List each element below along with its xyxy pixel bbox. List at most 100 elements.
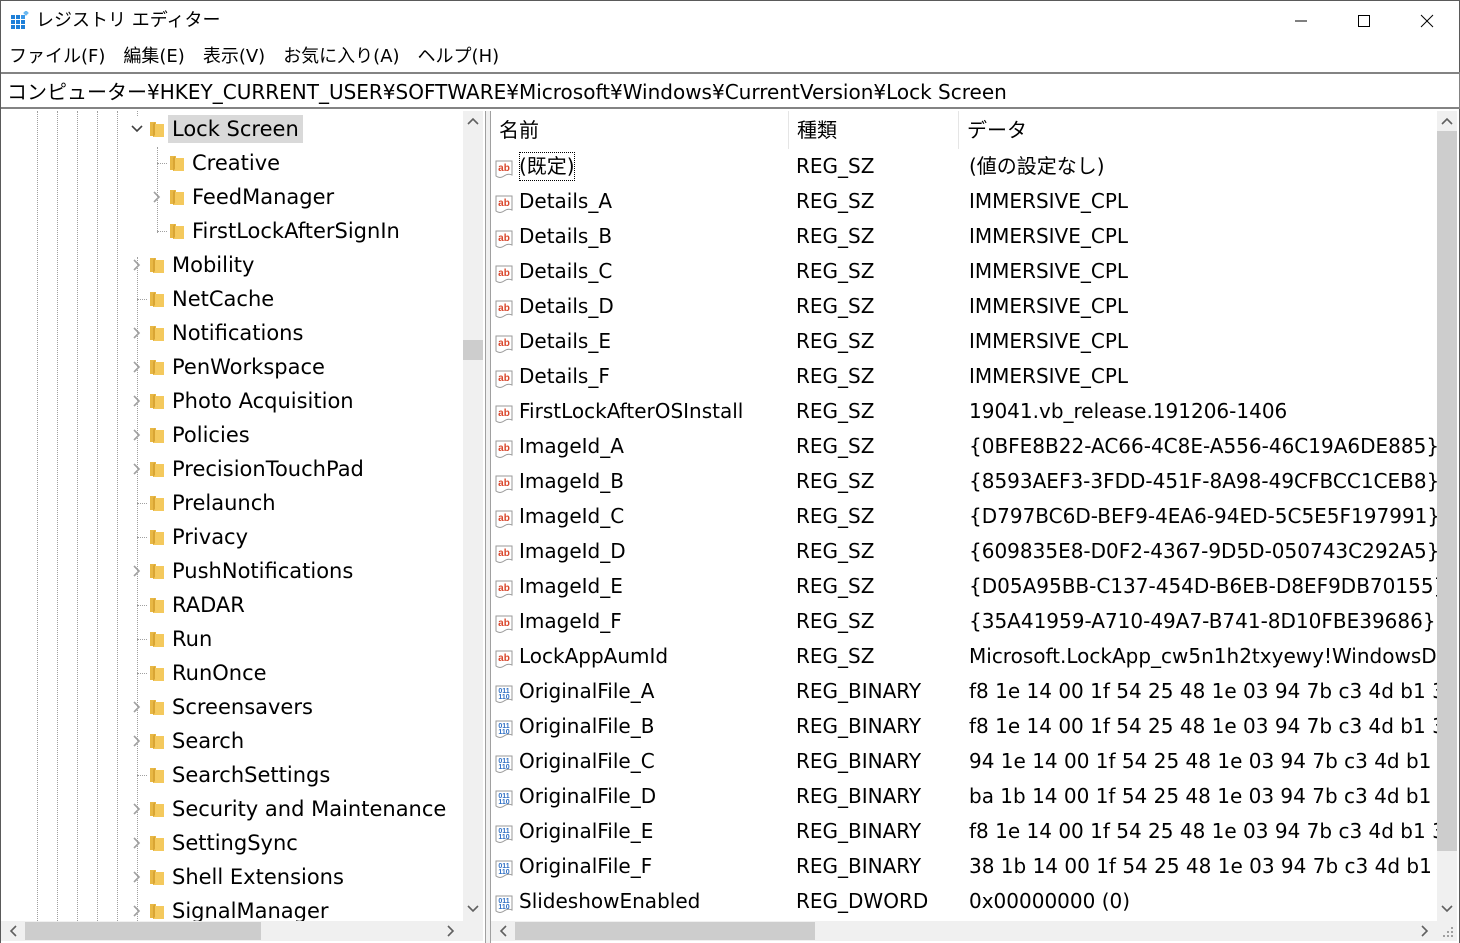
value-row[interactable]: 011 110 SlideshowEnabled REG_DWORD 0x0000000… — [491, 884, 1437, 919]
value-name[interactable]: (既定) — [517, 150, 577, 183]
value-row[interactable]: 011 110 OriginalFile_D REG_BINARY ba 1b 14 0… — [491, 779, 1437, 814]
tree-item[interactable]: Creative — [1, 146, 463, 180]
tree-item[interactable]: NetCache — [1, 282, 463, 316]
tree-scroll-down-button[interactable] — [463, 899, 483, 919]
chevron-right-icon[interactable] — [130, 258, 144, 272]
value-name-cell[interactable]: ab Details_F — [495, 359, 785, 394]
value-row[interactable]: ab LockAppAumId REG_SZ Microsoft.LockApp_cw… — [491, 639, 1437, 674]
tree-item-label[interactable]: Creative — [188, 149, 284, 177]
value-name-cell[interactable]: 011 110 SlideshowEnabled — [495, 884, 785, 919]
value-row[interactable]: ab Details_B REG_SZ IMMERSIVE_CPL — [491, 219, 1437, 254]
value-name[interactable]: ImageId_D — [517, 534, 628, 569]
value-row[interactable]: ab ImageId_D REG_SZ {609835E8-D0F2-4367-9D5… — [491, 534, 1437, 569]
tree-horizontal-scrollbar[interactable] — [1, 921, 483, 941]
tree-item[interactable]: SignalManager — [1, 894, 463, 921]
tree-item[interactable]: Policies — [1, 418, 463, 452]
value-name-cell[interactable]: ab ImageId_D — [495, 534, 785, 569]
value-row[interactable]: ab ImageId_B REG_SZ {8593AEF3-3FDD-451F-8A9… — [491, 464, 1437, 499]
list-horizontal-scrollbar[interactable] — [491, 921, 1437, 941]
close-button[interactable] — [1395, 1, 1459, 41]
value-name-cell[interactable]: 011 110 OriginalFile_E — [495, 814, 785, 849]
tree-item-label[interactable]: PrecisionTouchPad — [168, 455, 368, 483]
tree-item[interactable]: SettingSync — [1, 826, 463, 860]
value-name-cell[interactable]: 011 110 OriginalFile_C — [495, 744, 785, 779]
tree-item[interactable]: Screensavers — [1, 690, 463, 724]
column-header-data[interactable]: データ — [959, 111, 1437, 149]
value-row[interactable]: ab (既定) REG_SZ (値の設定なし) — [491, 149, 1437, 184]
value-row[interactable]: ab ImageId_A REG_SZ {0BFE8B22-AC66-4C8E-A55… — [491, 429, 1437, 464]
value-name[interactable]: ImageId_C — [517, 499, 626, 534]
value-name-cell[interactable]: ab ImageId_F — [495, 604, 785, 639]
list-horizontal-scroll-thumb[interactable] — [515, 922, 815, 940]
tree-item-label[interactable]: FeedManager — [188, 183, 338, 211]
value-name[interactable]: OriginalFile_F — [517, 849, 654, 884]
value-row[interactable]: 011 110 OriginalFile_E REG_BINARY f8 1e 14 0… — [491, 814, 1437, 849]
column-header-name[interactable]: 名前 — [491, 111, 789, 149]
tree-item-label[interactable]: FirstLockAfterSignIn — [188, 217, 404, 245]
tree-item-label[interactable]: SignalManager — [168, 897, 333, 921]
tree-item-label[interactable]: Prelaunch — [168, 489, 280, 517]
menu-view[interactable]: 表示(V) — [201, 44, 267, 70]
value-name-cell[interactable]: ab Details_E — [495, 324, 785, 359]
value-row[interactable]: 011 110 OriginalFile_C REG_BINARY 94 1e 14 0… — [491, 744, 1437, 779]
tree-item-label[interactable]: SettingSync — [168, 829, 302, 857]
chevron-right-icon[interactable] — [130, 904, 144, 918]
value-row[interactable]: ab Details_D REG_SZ IMMERSIVE_CPL — [491, 289, 1437, 324]
value-name[interactable]: ImageId_E — [517, 569, 625, 604]
tree-item[interactable]: Prelaunch — [1, 486, 463, 520]
tree-item-label[interactable]: Policies — [168, 421, 254, 449]
tree-item[interactable]: PenWorkspace — [1, 350, 463, 384]
value-name[interactable]: ImageId_A — [517, 429, 626, 464]
value-name-cell[interactable]: ab Details_C — [495, 254, 785, 289]
value-name-cell[interactable]: 011 110 OriginalFile_D — [495, 779, 785, 814]
value-name[interactable]: ImageId_B — [517, 464, 626, 499]
value-row[interactable]: ab FirstLockAfterOSInstall REG_SZ 19041.vb_… — [491, 394, 1437, 429]
list-scroll-up-button[interactable] — [1437, 111, 1457, 131]
tree-item-label[interactable]: PushNotifications — [168, 557, 357, 585]
tree-item[interactable]: SearchSettings — [1, 758, 463, 792]
value-name-cell[interactable]: ab Details_B — [495, 219, 785, 254]
tree-item-label[interactable]: Notifications — [168, 319, 307, 347]
tree-item[interactable]: FirstLockAfterSignIn — [1, 214, 463, 248]
tree-item-label[interactable]: Photo Acquisition — [168, 387, 358, 415]
tree-item-label[interactable]: Search — [168, 727, 248, 755]
value-row[interactable]: ab ImageId_E REG_SZ {D05A95BB-C137-454D-B6E… — [491, 569, 1437, 604]
tree-item[interactable]: FeedManager — [1, 180, 463, 214]
list-vertical-scrollbar[interactable] — [1437, 111, 1457, 921]
value-name[interactable]: Details_D — [517, 289, 616, 324]
tree-item-label[interactable]: Security and Maintenance — [168, 795, 450, 823]
value-name[interactable]: Details_B — [517, 219, 614, 254]
chevron-right-icon[interactable] — [150, 190, 164, 204]
value-name-cell[interactable]: ab LockAppAumId — [495, 639, 785, 674]
chevron-down-icon[interactable] — [130, 122, 144, 136]
tree-vertical-scroll-thumb[interactable] — [463, 340, 483, 361]
value-name[interactable]: OriginalFile_C — [517, 744, 657, 779]
value-name-cell[interactable]: ab (既定) — [495, 149, 785, 184]
chevron-right-icon[interactable] — [130, 700, 144, 714]
tree-item-label[interactable]: Shell Extensions — [168, 863, 348, 891]
value-row[interactable]: ab ImageId_F REG_SZ {35A41959-A710-49A7-B74… — [491, 604, 1437, 639]
value-name-cell[interactable]: ab ImageId_A — [495, 429, 785, 464]
list-scroll-right-button[interactable] — [1415, 921, 1435, 941]
value-name[interactable]: ImageId_F — [517, 604, 624, 639]
column-header-type[interactable]: 種類 — [789, 111, 959, 149]
tree-item[interactable]: Lock Screen — [1, 112, 463, 146]
value-name-cell[interactable]: ab Details_A — [495, 184, 785, 219]
value-name-cell[interactable]: ab Details_D — [495, 289, 785, 324]
tree-item[interactable]: Mobility — [1, 248, 463, 282]
tree-item[interactable]: Search — [1, 724, 463, 758]
tree-item-label[interactable]: Privacy — [168, 523, 252, 551]
value-name[interactable]: OriginalFile_E — [517, 814, 655, 849]
value-name-cell[interactable]: ab FirstLockAfterOSInstall — [495, 394, 785, 429]
chevron-right-icon[interactable] — [130, 802, 144, 816]
chevron-right-icon[interactable] — [130, 870, 144, 884]
tree-item-label[interactable]: PenWorkspace — [168, 353, 329, 381]
value-name[interactable]: LockAppAumId — [517, 639, 670, 674]
tree-item-label[interactable]: Screensavers — [168, 693, 317, 721]
tree-item[interactable]: PrecisionTouchPad — [1, 452, 463, 486]
value-name[interactable]: Details_E — [517, 324, 613, 359]
maximize-button[interactable] — [1332, 1, 1396, 41]
value-row[interactable]: ab ImageId_C REG_SZ {D797BC6D-BEF9-4EA6-94E… — [491, 499, 1437, 534]
value-row[interactable]: 011 110 OriginalFile_B REG_BINARY f8 1e 14 0… — [491, 709, 1437, 744]
tree-vertical-scrollbar[interactable] — [463, 111, 483, 921]
